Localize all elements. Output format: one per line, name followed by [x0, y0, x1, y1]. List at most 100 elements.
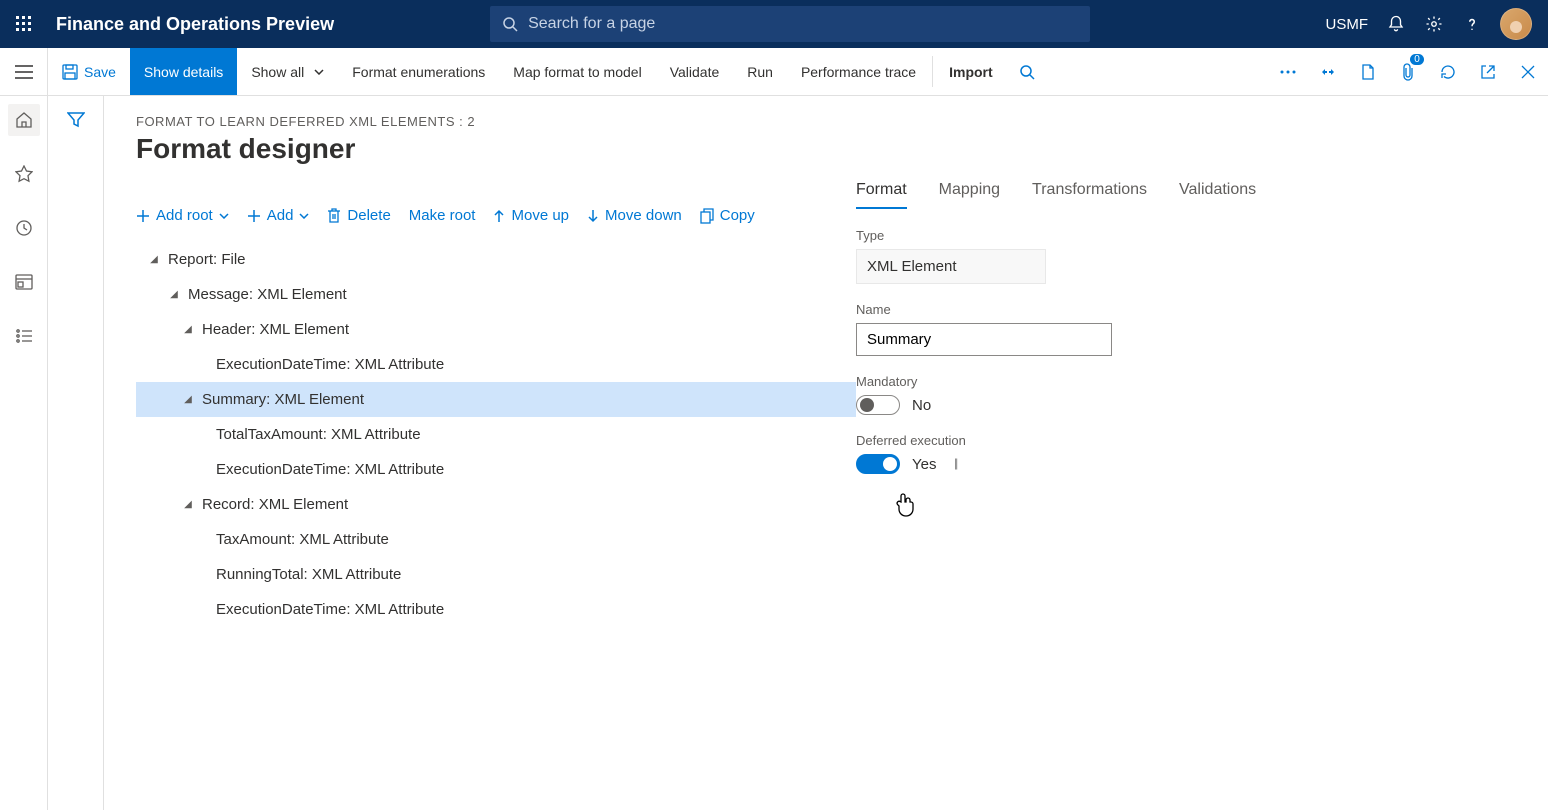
run-button[interactable]: Run	[733, 48, 787, 95]
tree-row[interactable]: ◢Report: File	[136, 242, 856, 277]
modules-icon[interactable]	[8, 320, 40, 352]
avatar[interactable]	[1500, 8, 1532, 40]
tree-row[interactable]: RunningTotal: XML Attribute	[136, 557, 856, 592]
delete-button[interactable]: Delete	[327, 207, 390, 224]
splitter-handle[interactable]: ||	[954, 456, 956, 470]
filter-icon[interactable]	[67, 112, 85, 810]
trash-icon	[327, 208, 341, 224]
type-value: XML Element	[856, 249, 1046, 284]
field-mandatory: Mandatory No	[856, 374, 1548, 415]
show-all-button[interactable]: Show all	[237, 48, 338, 95]
tree-label: Summary: XML Element	[202, 391, 364, 408]
plus-icon	[136, 209, 150, 223]
validate-button[interactable]: Validate	[656, 48, 734, 95]
divider	[932, 56, 933, 87]
make-root-label: Make root	[409, 207, 476, 224]
type-label: Type	[856, 228, 1548, 243]
map-format-label: Map format to model	[513, 64, 641, 80]
validate-label: Validate	[670, 64, 720, 80]
main-content: FORMAT TO LEARN DEFERRED XML ELEMENTS : …	[104, 96, 1548, 810]
filter-pane	[48, 96, 104, 810]
add-root-button[interactable]: Add root	[136, 207, 229, 224]
bell-icon[interactable]	[1386, 14, 1406, 34]
property-tabs: Format Mapping Transformations Validatio…	[856, 181, 1548, 210]
field-name: Name	[856, 302, 1548, 356]
search-container	[490, 6, 1090, 42]
tree-row[interactable]: ◢Record: XML Element	[136, 487, 856, 522]
tree-row[interactable]: ExecutionDateTime: XML Attribute	[136, 592, 856, 627]
tree-row[interactable]: ◢ Message: XML Element	[136, 277, 856, 312]
search-box[interactable]	[490, 6, 1090, 42]
tab-validations[interactable]: Validations	[1179, 181, 1256, 209]
tree-row[interactable]: ExecutionDateTime: XML Attribute	[136, 347, 856, 382]
help-icon[interactable]	[1462, 14, 1482, 34]
expand-icon[interactable]	[1308, 48, 1348, 95]
document-icon[interactable]	[1348, 48, 1388, 95]
field-deferred: Deferred execution Yes	[856, 433, 1548, 474]
expander-icon[interactable]: ◢	[146, 254, 162, 265]
waffle-icon[interactable]	[0, 16, 48, 32]
search-command-icon[interactable]	[1007, 48, 1047, 95]
mandatory-toggle[interactable]	[856, 395, 900, 415]
show-details-button[interactable]: Show details	[130, 48, 237, 95]
save-icon	[62, 64, 78, 80]
expander-icon[interactable]: ◢	[180, 394, 196, 405]
expander-icon[interactable]: ◢	[180, 324, 196, 335]
expander-icon[interactable]: ◢	[180, 499, 196, 510]
mandatory-value: No	[912, 397, 931, 414]
make-root-button[interactable]: Make root	[409, 207, 476, 224]
workspace-icon[interactable]	[8, 266, 40, 298]
field-type: Type XML Element	[856, 228, 1548, 284]
home-icon[interactable]	[8, 104, 40, 136]
topbar-right: USMF	[1326, 8, 1548, 40]
tree-row[interactable]: TotalTaxAmount: XML Attribute	[136, 417, 856, 452]
gear-icon[interactable]	[1424, 14, 1444, 34]
search-input[interactable]	[528, 15, 1078, 33]
format-enum-label: Format enumerations	[352, 64, 485, 80]
tree-row[interactable]: ExecutionDateTime: XML Attribute	[136, 452, 856, 487]
company-label[interactable]: USMF	[1326, 16, 1369, 33]
deferred-toggle[interactable]	[856, 454, 900, 474]
refresh-icon[interactable]	[1428, 48, 1468, 95]
import-button[interactable]: Import	[935, 48, 1007, 95]
attach-icon[interactable]: 0	[1388, 48, 1428, 95]
page-title: Format designer	[136, 133, 1548, 165]
tree-label: Header: XML Element	[202, 321, 349, 338]
name-input[interactable]	[856, 323, 1112, 356]
tab-transformations[interactable]: Transformations	[1032, 181, 1147, 209]
tab-format[interactable]: Format	[856, 181, 907, 209]
tab-mapping[interactable]: Mapping	[939, 181, 1000, 209]
add-button[interactable]: Add	[247, 207, 310, 224]
star-icon[interactable]	[8, 158, 40, 190]
run-label: Run	[747, 64, 773, 80]
tree-label: ExecutionDateTime: XML Attribute	[216, 356, 444, 373]
format-enumerations-button[interactable]: Format enumerations	[338, 48, 499, 95]
tree-label: TotalTaxAmount: XML Attribute	[216, 426, 421, 443]
save-button[interactable]: Save	[48, 48, 130, 95]
tree-row[interactable]: ◢ Header: XML Element	[136, 312, 856, 347]
expander-icon[interactable]: ◢	[166, 289, 182, 300]
app-title: Finance and Operations Preview	[48, 14, 350, 35]
left-rail	[0, 96, 48, 810]
popout-icon[interactable]	[1468, 48, 1508, 95]
map-format-button[interactable]: Map format to model	[499, 48, 655, 95]
attach-badge: 0	[1410, 54, 1424, 65]
hamburger-icon[interactable]	[0, 48, 48, 95]
performance-trace-button[interactable]: Performance trace	[787, 48, 930, 95]
deferred-value: Yes	[912, 456, 936, 473]
tree-label: TaxAmount: XML Attribute	[216, 531, 389, 548]
tree-row[interactable]: TaxAmount: XML Attribute	[136, 522, 856, 557]
more-icon[interactable]	[1268, 48, 1308, 95]
move-up-label: Move up	[511, 207, 569, 224]
close-icon[interactable]	[1508, 48, 1548, 95]
tree-label: Message: XML Element	[188, 286, 347, 303]
command-bar: Save Show details Show all Format enumer…	[0, 48, 1548, 96]
properties-column: Format Mapping Transformations Validatio…	[856, 181, 1548, 627]
mandatory-label: Mandatory	[856, 374, 1548, 389]
move-up-button[interactable]: Move up	[493, 207, 569, 224]
move-down-label: Move down	[605, 207, 682, 224]
copy-button[interactable]: Copy	[700, 207, 755, 224]
recent-icon[interactable]	[8, 212, 40, 244]
move-down-button[interactable]: Move down	[587, 207, 682, 224]
tree-row-selected[interactable]: ◢ Summary: XML Element	[136, 382, 856, 417]
